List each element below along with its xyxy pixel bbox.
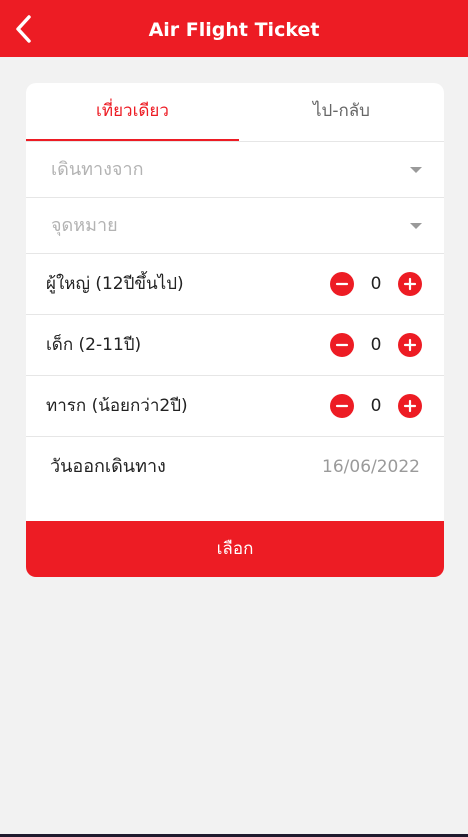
infant-count: 0 (370, 396, 382, 416)
infant-increase-button[interactable] (398, 394, 422, 418)
minus-icon (335, 282, 349, 286)
departure-date-field[interactable]: วันออกเดินทาง 16/06/2022 (26, 436, 444, 497)
departure-date-value: 16/06/2022 (322, 457, 420, 477)
child-decrease-button[interactable] (330, 333, 354, 357)
adult-passenger-row: ผู้ใหญ่ (12ปีขึ้นไป) 0 (26, 253, 444, 314)
departure-label: วันออกเดินทาง (50, 456, 166, 477)
tab-one-way[interactable]: เที่ยวเดียว (26, 83, 239, 141)
adult-decrease-button[interactable] (330, 272, 354, 296)
app-header: Air Flight Ticket (0, 0, 468, 57)
child-stepper: 0 (330, 333, 422, 357)
minus-icon (335, 404, 349, 408)
infant-decrease-button[interactable] (330, 394, 354, 418)
adult-count: 0 (370, 274, 382, 294)
child-count: 0 (370, 335, 382, 355)
child-label: เด็ก (2-11ปี) (46, 335, 142, 355)
plus-icon (403, 277, 417, 291)
plus-icon (403, 338, 417, 352)
destination-placeholder: จุดหมาย (51, 215, 118, 236)
adult-label: ผู้ใหญ่ (12ปีขึ้นไป) (46, 274, 184, 294)
infant-passenger-row: ทารก (น้อยกว่า2ปี) 0 (26, 375, 444, 436)
select-button[interactable]: เลือก (26, 521, 444, 577)
child-passenger-row: เด็ก (2-11ปี) 0 (26, 314, 444, 375)
caret-down-icon (410, 167, 422, 173)
infant-stepper: 0 (330, 394, 422, 418)
caret-down-icon (410, 223, 422, 229)
tab-round-trip[interactable]: ไป-กลับ (239, 83, 444, 141)
infant-label: ทารก (น้อยกว่า2ปี) (46, 396, 188, 416)
origin-select[interactable]: เดินทางจาก (26, 141, 444, 197)
destination-select[interactable]: จุดหมาย (26, 197, 444, 253)
minus-icon (335, 343, 349, 347)
booking-card: เที่ยวเดียว ไป-กลับ เดินทางจาก จุดหมาย ผ… (26, 83, 444, 577)
origin-placeholder: เดินทางจาก (51, 159, 144, 180)
adult-stepper: 0 (330, 272, 422, 296)
trip-type-tabs: เที่ยวเดียว ไป-กลับ (26, 83, 444, 141)
page-title: Air Flight Ticket (148, 19, 320, 41)
plus-icon (403, 399, 417, 413)
child-increase-button[interactable] (398, 333, 422, 357)
adult-increase-button[interactable] (398, 272, 422, 296)
